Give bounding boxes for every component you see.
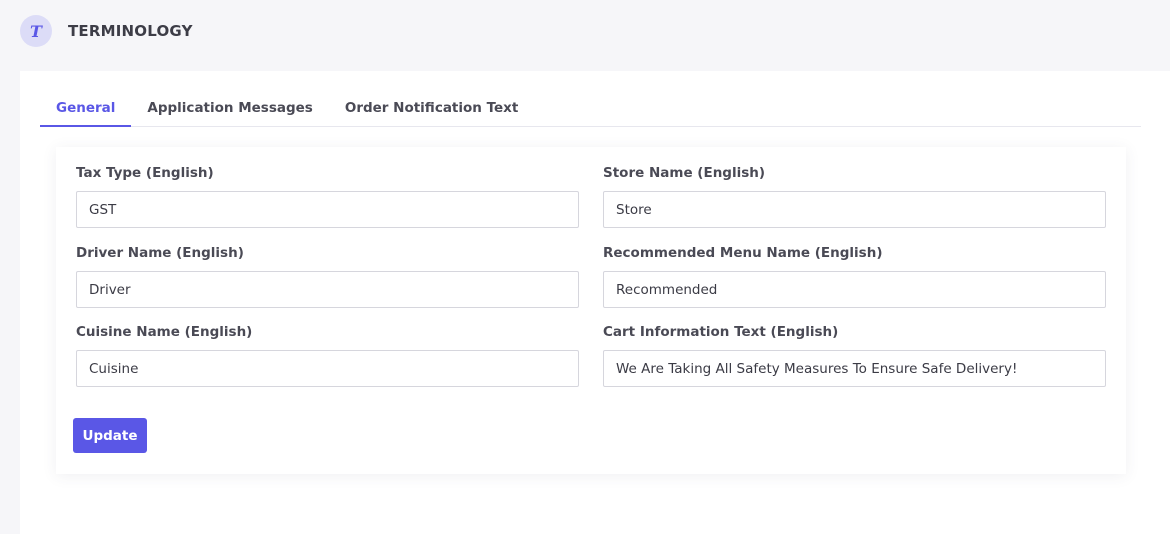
tab-general[interactable]: General bbox=[40, 93, 132, 127]
tax-type-input[interactable] bbox=[76, 191, 579, 228]
update-button[interactable]: Update bbox=[73, 418, 147, 453]
recommended-menu-name-input[interactable] bbox=[603, 271, 1106, 308]
page-title: TERMINOLOGY bbox=[68, 22, 193, 40]
tab-application-messages[interactable]: Application Messages bbox=[131, 93, 328, 126]
general-form: Tax Type (English) Store Name (English) … bbox=[56, 147, 1126, 474]
page-header: T TERMINOLOGY bbox=[20, 15, 193, 47]
tax-type-field: Tax Type (English) bbox=[76, 164, 579, 228]
store-name-field: Store Name (English) bbox=[603, 164, 1106, 228]
store-name-input[interactable] bbox=[603, 191, 1106, 228]
tax-type-label: Tax Type (English) bbox=[76, 165, 214, 181]
terminology-card: General Application Messages Order Notif… bbox=[20, 71, 1170, 534]
recommended-menu-name-field: Recommended Menu Name (English) bbox=[603, 244, 1106, 308]
cart-information-text-label: Cart Information Text (English) bbox=[603, 324, 839, 340]
cuisine-name-field: Cuisine Name (English) bbox=[76, 323, 579, 387]
driver-name-label: Driver Name (English) bbox=[76, 245, 244, 261]
tab-bar: General Application Messages Order Notif… bbox=[40, 93, 1141, 127]
cuisine-name-input[interactable] bbox=[76, 350, 579, 387]
cart-information-text-field: Cart Information Text (English) bbox=[603, 323, 1106, 387]
cuisine-name-label: Cuisine Name (English) bbox=[76, 324, 253, 340]
store-name-label: Store Name (English) bbox=[603, 165, 766, 181]
cart-information-text-input[interactable] bbox=[603, 350, 1106, 387]
driver-name-field: Driver Name (English) bbox=[76, 244, 579, 308]
recommended-menu-name-label: Recommended Menu Name (English) bbox=[603, 245, 883, 261]
tab-order-notification-text[interactable]: Order Notification Text bbox=[329, 93, 534, 126]
driver-name-input[interactable] bbox=[76, 271, 579, 308]
avatar: T bbox=[20, 15, 52, 47]
